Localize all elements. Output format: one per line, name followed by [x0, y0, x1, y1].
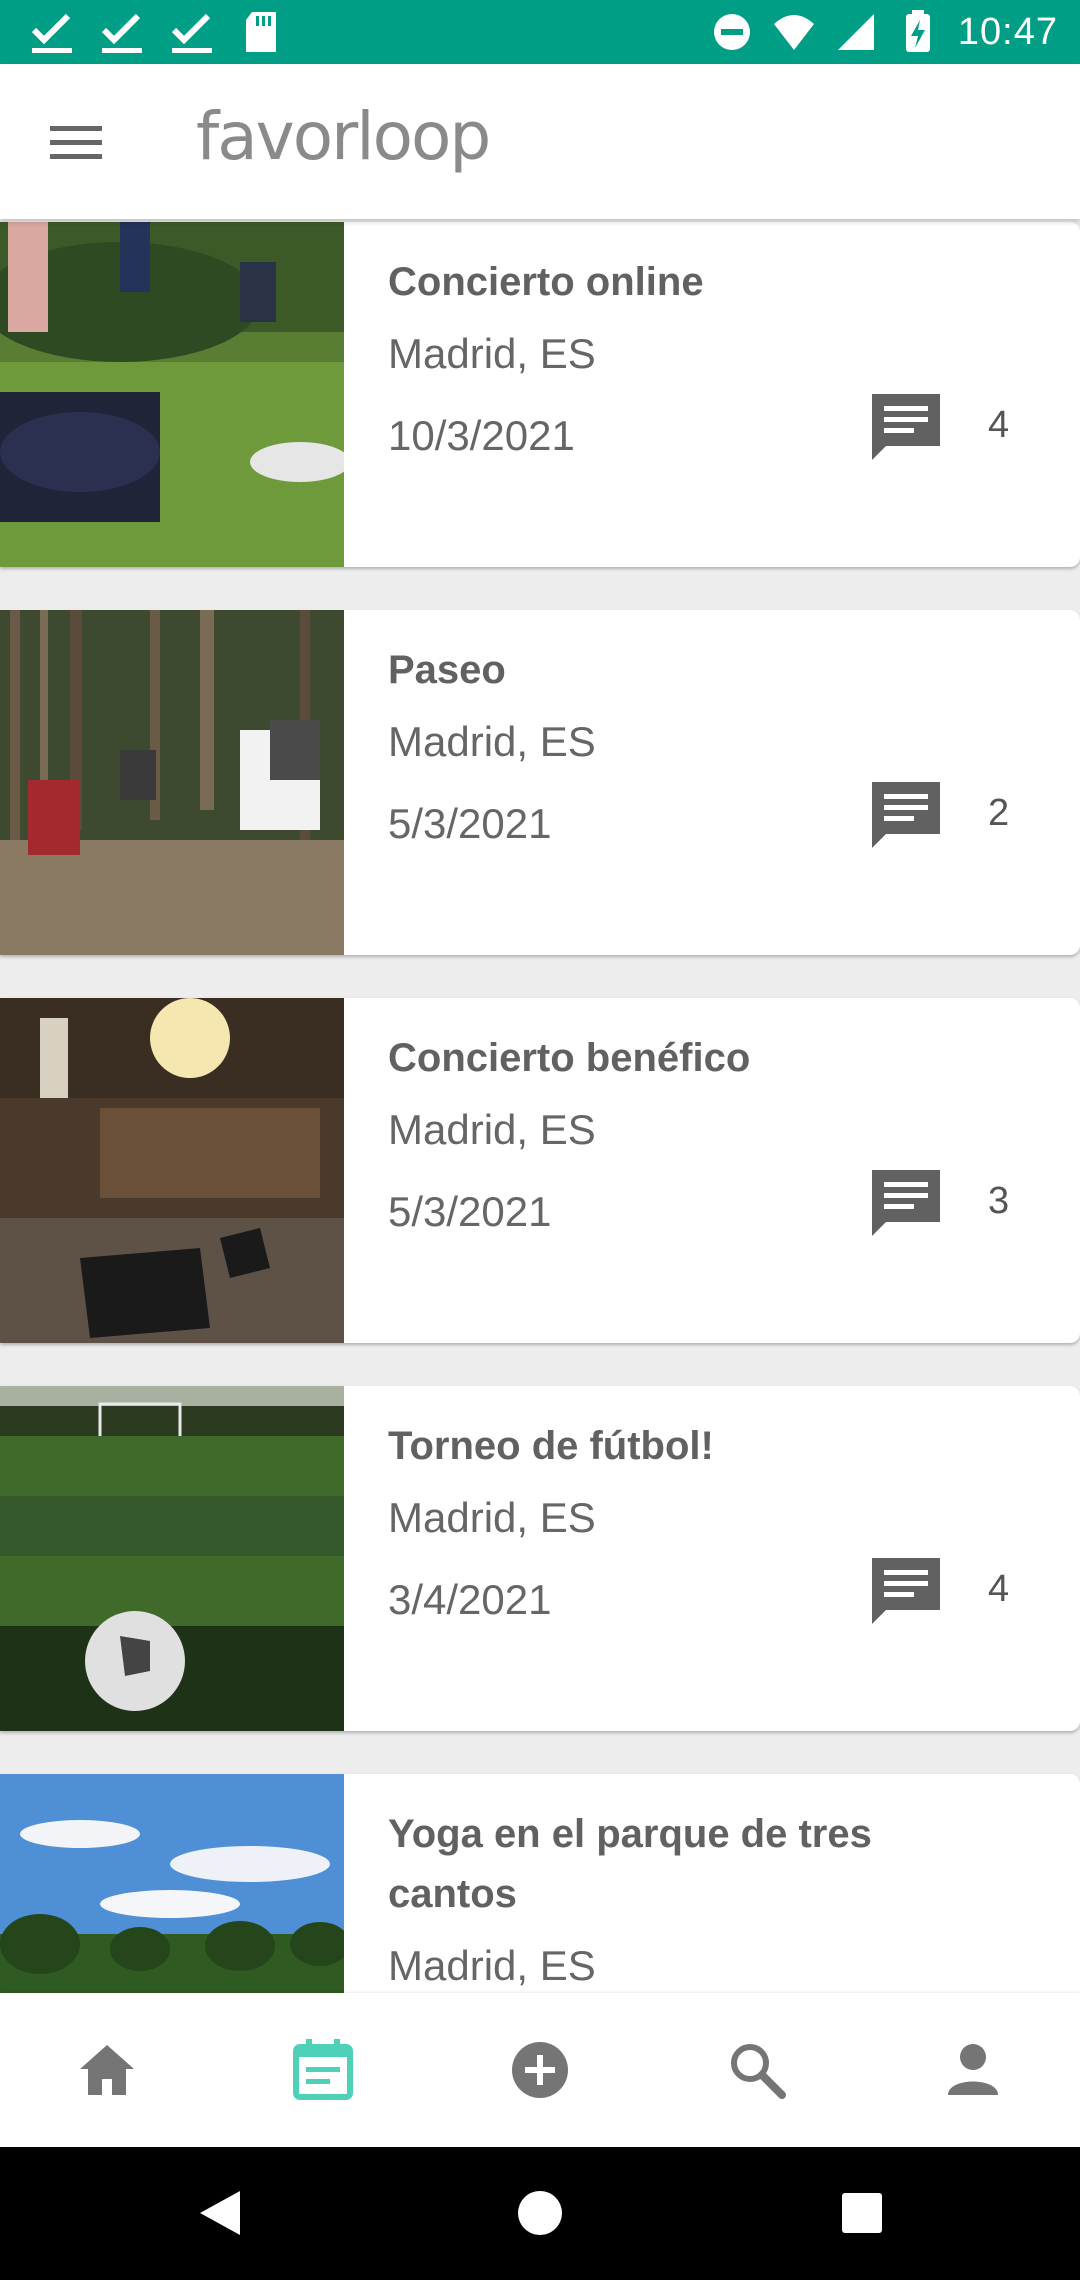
- comment-counter[interactable]: 3: [870, 1168, 1040, 1248]
- system-navigation-bar: [0, 2147, 1080, 2280]
- wifi-icon: [773, 15, 814, 50]
- nav-search[interactable]: [722, 2035, 792, 2105]
- event-image: [0, 1386, 344, 1731]
- app-logo: favorloop: [196, 98, 491, 175]
- event-card[interactable]: Concierto online Madrid, ES 10/3/2021 4: [0, 222, 1080, 567]
- comment-counter[interactable]: 4: [870, 392, 1040, 472]
- event-date: 5/3/2021: [388, 800, 552, 847]
- battery-charging-icon: [905, 10, 930, 52]
- event-title: Yoga en el parque de tres cantos: [388, 1812, 872, 1916]
- event-feed[interactable]: Concierto online Madrid, ES 10/3/2021 4: [0, 219, 1080, 1993]
- comment-counter[interactable]: 4: [870, 1556, 1040, 1636]
- event-image: [0, 1774, 344, 1993]
- home-button-icon[interactable]: [510, 2183, 570, 2243]
- check-icon: [171, 13, 212, 53]
- event-location: Madrid, ES: [388, 718, 596, 765]
- recent-apps-icon[interactable]: [832, 2183, 892, 2243]
- event-image: [0, 998, 344, 1343]
- menu-icon[interactable]: [44, 116, 108, 168]
- home-icon: [80, 2045, 134, 2095]
- event-image: [0, 222, 344, 567]
- bottom-navigation: [0, 1993, 1080, 2147]
- comment-count: 3: [988, 1180, 1010, 1222]
- comment-icon: [872, 394, 940, 460]
- status-bar: 10:47: [0, 0, 1080, 64]
- comment-counter[interactable]: 2: [870, 780, 1040, 860]
- do-not-disturb-icon: [713, 14, 750, 50]
- app-bar: favorloop: [0, 64, 1080, 219]
- event-card[interactable]: Concierto benéfico Madrid, ES 5/3/2021 3: [0, 998, 1080, 1343]
- comment-icon: [872, 1170, 940, 1236]
- event-date: 5/3/2021: [388, 1188, 552, 1235]
- event-title: Concierto benéfico: [388, 1036, 751, 1080]
- sd-card-icon: [246, 12, 276, 52]
- event-title: Paseo: [388, 648, 506, 692]
- comment-count: 4: [988, 404, 1010, 446]
- comment-icon: [872, 782, 940, 848]
- comment-count: 2: [988, 792, 1010, 834]
- back-icon[interactable]: [190, 2183, 250, 2243]
- nav-home[interactable]: [72, 2035, 142, 2105]
- event-title: Torneo de fútbol!: [388, 1424, 714, 1468]
- event-date: 3/4/2021: [388, 1576, 552, 1623]
- search-icon: [731, 2044, 786, 2099]
- clock: 10:47: [957, 10, 1058, 53]
- check-icon: [31, 13, 72, 53]
- event-location: Madrid, ES: [388, 1942, 596, 1989]
- nav-profile[interactable]: [938, 2035, 1008, 2105]
- event-card[interactable]: Yoga en el parque de tres cantos Madrid,…: [0, 1774, 1080, 1993]
- event-location: Madrid, ES: [388, 1106, 596, 1153]
- check-icon: [101, 13, 142, 53]
- nav-add[interactable]: [505, 2035, 575, 2105]
- event-location: Madrid, ES: [388, 330, 596, 377]
- comment-icon: [872, 1558, 940, 1624]
- nav-events[interactable]: [288, 2035, 358, 2105]
- signal-icon: [837, 14, 874, 50]
- event-title: Concierto online: [388, 260, 704, 304]
- event-date: 10/3/2021: [388, 412, 575, 459]
- event-card[interactable]: Torneo de fútbol! Madrid, ES 3/4/2021 4: [0, 1386, 1080, 1731]
- event-location: Madrid, ES: [388, 1494, 596, 1541]
- comment-count: 4: [988, 1568, 1010, 1610]
- calendar-icon: [293, 2039, 353, 2100]
- person-icon: [948, 2044, 998, 2095]
- event-image: [0, 610, 344, 955]
- add-circle-icon: [512, 2042, 568, 2098]
- event-card[interactable]: Paseo Madrid, ES 5/3/2021 2: [0, 610, 1080, 955]
